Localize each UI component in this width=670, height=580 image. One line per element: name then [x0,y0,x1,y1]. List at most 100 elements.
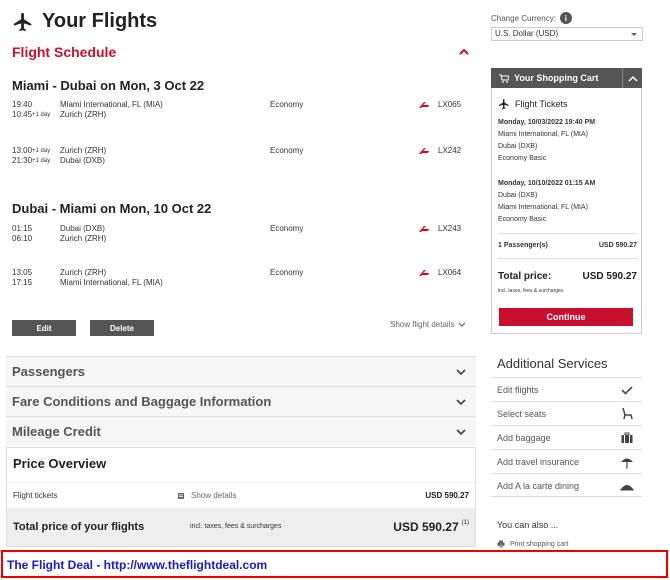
passengers-row: 1 Passenger(s) USD 590.27 [498,242,637,249]
total-price-note: incl. taxes, fees & surcharges [190,523,282,530]
add-baggage-item[interactable]: Add baggage [491,425,642,449]
show-flight-details-label: Show flight details [390,320,455,329]
inbound-to: Miami International, FL (MIA) [498,204,588,211]
flight-number: LX065 [438,100,462,109]
print-cart-link[interactable]: Print shopping cart [497,540,568,548]
edit-flights-item[interactable]: Edit flights [491,377,642,401]
arr-place: Zurich (ZRH) [60,234,107,243]
cabin-class: Economy [270,268,304,277]
cart-icon [499,74,509,83]
cart-total-note: incl. taxes, fees & surcharges [498,288,564,294]
document-icon [178,492,184,499]
umbrella-icon [621,458,633,469]
show-flight-details-link[interactable]: Show flight details [390,320,466,329]
arr-place: Zurich (ZRH) [60,110,107,119]
seat-icon [622,407,633,420]
edit-button[interactable]: Edit [12,320,76,336]
continue-button[interactable]: Continue [499,308,633,326]
dep-place: Zurich (ZRH) [60,268,107,277]
cart-total-row: Total price: USD 590.27 [498,271,637,282]
change-currency-label: Change Currency: i [491,12,572,24]
dep-time: 01:15 [12,224,33,233]
chevron-down-icon [459,322,466,327]
flight-segment: 01:15 Dubai (DXB) 06:10 Zurich (ZRH) Econo… [12,224,464,244]
flight-segment: 13:00+1 day Zurich (ZRH) 21:30+1 day Dubai… [12,146,464,166]
total-price-label: Total price of your flights [13,521,145,533]
show-details-link[interactable]: Show details [177,491,236,500]
chevron-up-icon [627,75,638,82]
add-dining-item[interactable]: Add A la carte dining [491,473,642,497]
airplane-icon [13,12,32,31]
passengers-section[interactable]: Passengers [6,356,476,386]
arr-time: 21:30+1 day [12,156,51,165]
currency-select[interactable]: U.S. Dollar (USD) [491,27,643,41]
flight-segment: 19:40 Miami International, FL (MIA) 10:45… [12,100,464,120]
page-title: Your Flights [12,10,157,33]
additional-services-title: Additional Services [497,356,608,371]
checkmark-icon [621,386,633,395]
flight-number: LX064 [438,268,462,277]
cart-total-value: USD 590.27 [582,271,637,282]
cabin-class: Economy [270,100,304,109]
printer-icon [497,540,505,548]
chevron-up-icon[interactable] [458,46,470,58]
info-icon[interactable]: i [559,12,572,24]
flight-tickets-label: Flight tickets [13,491,58,500]
dropdown-arrow-icon [631,33,637,36]
price-overview-title: Price Overview [13,456,107,471]
airplane-icon [499,99,509,109]
collapse-cart-button[interactable] [622,68,642,88]
divider [498,233,637,234]
mileage-credit-section[interactable]: Mileage Credit [6,416,476,446]
page-title-text: Your Flights [42,10,158,32]
shopping-cart-header: Your Shopping Cart [491,68,642,88]
airline-logo-icon [419,102,429,108]
currency-selected: U.S. Dollar (USD) [495,29,559,38]
price-overview: Price Overview Flight tickets Show detai… [6,447,476,547]
delete-button[interactable]: Delete [90,320,154,336]
dep-time: 19:40 [12,100,33,109]
outbound-to: Dubai (DXB) [498,143,538,150]
flight-tickets-title: Flight Tickets [515,99,568,109]
arr-place: Miami International, FL (MIA) [60,278,163,287]
chevron-down-icon [456,368,466,375]
route-title: Miami - Dubai on Mon, 3 Oct 22 [12,78,205,93]
arr-time: 06:10 [12,234,33,243]
passengers-title: Passengers [12,364,85,379]
add-travel-insurance-item[interactable]: Add travel insurance [491,449,642,473]
footnote-marker: (1) [461,520,469,526]
arr-time: 17:15 [12,278,33,287]
chevron-down-icon [456,428,466,435]
flight-tickets-row: Flight tickets Show details USD 590.27 [7,482,475,508]
flight-tickets-value: USD 590.27 [425,491,469,500]
flight-segment: 13:05 Zurich (ZRH) 17:15 Miami Internation… [12,268,464,288]
airline-logo-icon [419,148,429,154]
outbound-fare: Economy Basic [498,155,547,162]
fare-conditions-title: Fare Conditions and Baggage Information [12,394,272,409]
passengers-count: 1 Passenger(s) [498,242,548,249]
you-can-also-label: You can also ... [497,520,559,530]
cart-total-label: Total price: [498,271,552,282]
flight-number: LX243 [438,224,462,233]
dep-place: Miami International, FL (MIA) [60,100,163,109]
dep-place: Zurich (ZRH) [60,146,107,155]
watermark-banner: The Flight Deal - http://www.theflightde… [1,550,668,578]
cabin-class: Economy [270,146,304,155]
flight-schedule-header[interactable]: Flight Schedule [12,44,470,60]
dep-place: Dubai (DXB) [60,224,105,233]
dining-cloche-icon [620,485,634,491]
airline-logo-icon [419,270,429,276]
arr-time: 10:45+1 day [12,110,51,119]
mileage-credit-title: Mileage Credit [12,424,101,439]
dep-time: 13:05 [12,268,33,277]
divider [498,258,637,259]
flight-number: LX242 [438,146,462,155]
inbound-from: Dubai (DXB) [498,192,538,199]
total-price-value: USD 590.27 (1) [393,520,469,534]
arr-place: Dubai (DXB) [60,156,105,165]
shopping-cart-title: Your Shopping Cart [514,73,599,83]
total-price-row: Total price of your flights incl. taxes,… [7,508,475,546]
inbound-datetime: Monday, 10/10/2022 01:15 AM [498,180,596,187]
select-seats-item[interactable]: Select seats [491,401,642,425]
fare-conditions-section[interactable]: Fare Conditions and Baggage Information [6,386,476,416]
